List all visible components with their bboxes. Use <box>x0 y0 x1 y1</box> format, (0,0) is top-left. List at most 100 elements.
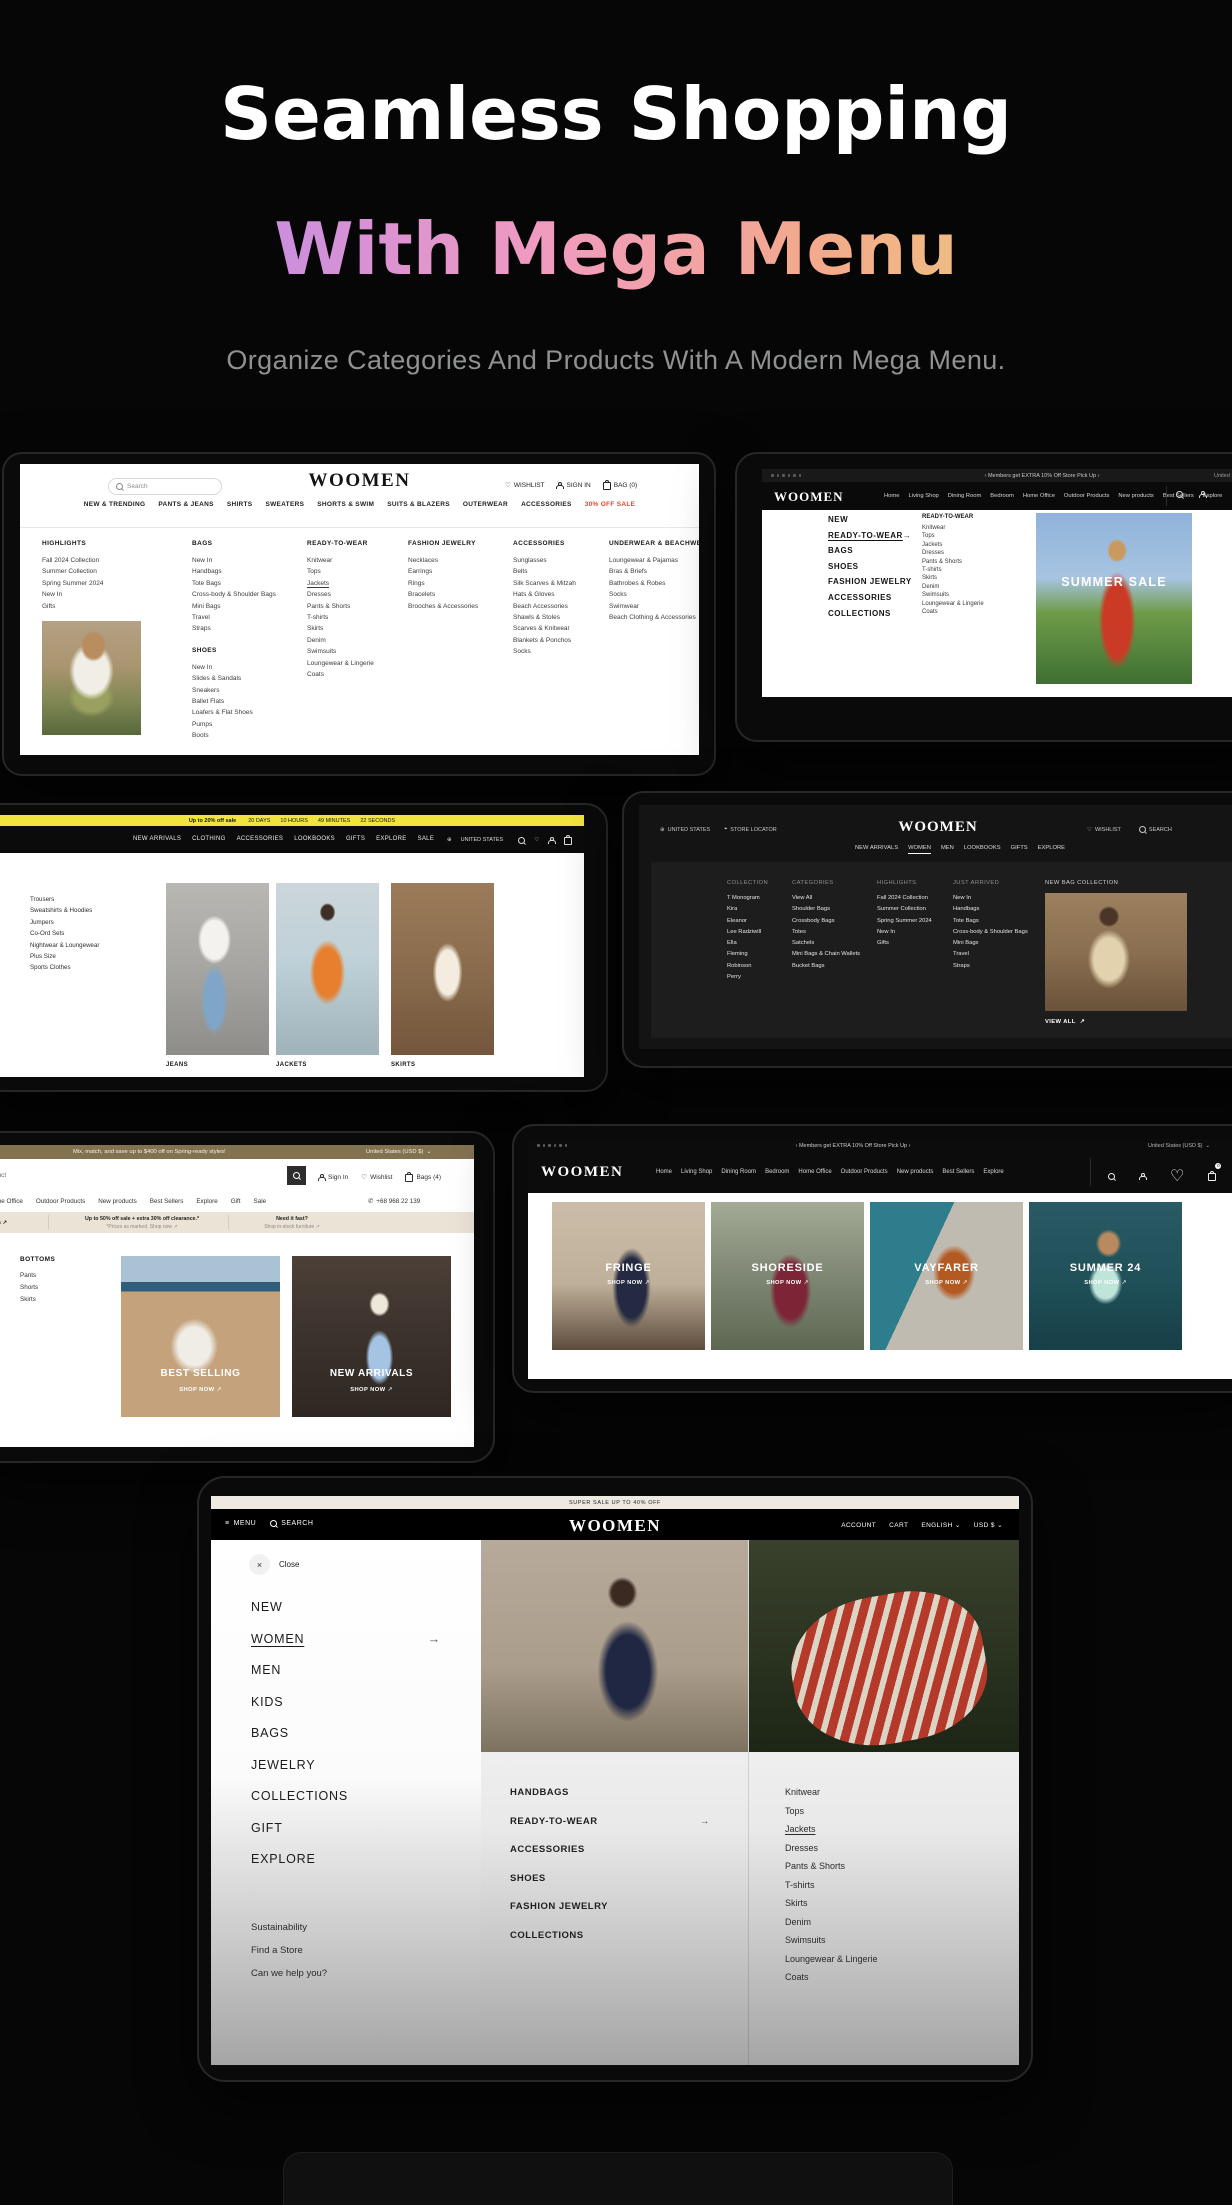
menu-link[interactable]: View All <box>792 893 860 904</box>
menu-link[interactable]: Pants & Shorts <box>307 601 405 612</box>
submenu-item[interactable]: FASHION JEWELRY <box>510 1901 710 1912</box>
footer-link[interactable]: Find a Store <box>251 1945 327 1956</box>
menu-link[interactable]: Dresses <box>922 549 984 557</box>
menu-link[interactable]: Silk Scarves & Mitzah <box>513 578 605 589</box>
submenu-item[interactable]: SHOES <box>510 1873 710 1884</box>
menu-link[interactable]: Summer Collection <box>877 904 932 915</box>
menu-link[interactable]: Bathrobes & Robes <box>609 578 699 589</box>
menu-link[interactable]: Jackets <box>922 541 984 549</box>
menu-link[interactable]: Robinson <box>727 961 768 972</box>
view-all-link[interactable]: VIEW ALL ↗ <box>1045 1019 1187 1025</box>
photo-card-vayfarer[interactable]: VAYFARER SHOP NOW ↗ <box>870 1202 1023 1350</box>
nav-item[interactable]: CLOTHING <box>192 836 225 842</box>
menu-link[interactable]: Brooches & Accessories <box>408 601 508 612</box>
menu-link[interactable]: Hats & Gloves <box>513 589 605 600</box>
menu-link[interactable]: Pants & Shorts <box>922 558 984 566</box>
menu-link[interactable]: Knitwear <box>307 555 405 566</box>
nav-item[interactable]: Living Shop <box>908 493 938 499</box>
menu-link[interactable]: Straps <box>192 623 304 634</box>
menu-link[interactable]: Skirts <box>20 1294 38 1306</box>
menu-link[interactable]: Handbags <box>953 904 1028 915</box>
locale-selector[interactable]: United States (USD $) <box>1214 473 1232 479</box>
chevron-right-icon[interactable]: › <box>909 1143 911 1149</box>
menu-link[interactable]: Tops <box>922 532 984 540</box>
category-link[interactable]: Tops <box>785 1806 878 1816</box>
photo-new-bag-collection[interactable] <box>1045 893 1187 1011</box>
menu-link[interactable]: Trousers <box>30 894 99 905</box>
menu-link[interactable]: Bucket Bags <box>792 961 860 972</box>
menu-root-item[interactable]: SHOES <box>828 562 910 571</box>
photo-card-best-selling[interactable]: BEST SELLING SHOP NOW ↗ <box>121 1256 280 1417</box>
menu-link[interactable]: Cross-body & Shoulder Bags <box>953 927 1028 938</box>
footer-link[interactable]: Sustainability <box>251 1922 327 1933</box>
nav-item[interactable]: Explore <box>983 1169 1003 1175</box>
category-link[interactable]: T-shirts <box>785 1880 878 1890</box>
search-icon[interactable] <box>1176 491 1183 498</box>
heart-icon[interactable]: ♡ <box>1170 1166 1184 1186</box>
nav-item[interactable]: GIFTS <box>1011 845 1028 851</box>
nav-item[interactable]: Explore <box>196 1198 217 1205</box>
menu-link[interactable]: Perry <box>727 972 768 983</box>
photo-card-skirts[interactable] <box>391 883 494 1055</box>
menu-link[interactable]: Scarves & Knitwear <box>513 623 605 634</box>
menu-link[interactable]: Pumps <box>192 719 304 730</box>
menu-link[interactable]: Blankets & Ponchos <box>513 635 605 646</box>
nav-item[interactable]: SHORTS & SWIM <box>317 501 374 508</box>
menu-link[interactable]: Eleanor <box>727 916 768 927</box>
banner-left[interactable]: New Arrivals ↗ <box>0 1212 20 1233</box>
menu-link[interactable]: Tops <box>307 566 405 577</box>
menu-link[interactable]: Rings <box>408 578 508 589</box>
menu-link[interactable]: Gifts <box>877 938 932 949</box>
category-link[interactable]: Loungewear & Lingerie <box>785 1954 878 1964</box>
nav-item[interactable]: MEN <box>941 845 954 851</box>
menu-link[interactable]: Swimsuits <box>922 591 984 599</box>
menu-root-item[interactable]: ACCESSORIES <box>828 593 910 602</box>
menu-link[interactable]: Slides & Sandals <box>192 673 304 684</box>
menu-link[interactable]: New In <box>42 589 182 600</box>
menu-link[interactable]: Lee Radziwill <box>727 927 768 938</box>
phone-link[interactable]: ✆ +68 968 22 139 <box>368 1198 420 1205</box>
nav-item[interactable]: Gift <box>231 1198 241 1205</box>
drawer-item[interactable]: JEWELRY <box>251 1758 441 1772</box>
menu-link[interactable]: Boots <box>192 730 304 741</box>
sign-in-button[interactable]: SIGN IN <box>556 481 591 489</box>
nav-item[interactable]: Home <box>656 1169 672 1175</box>
banner-right[interactable]: Need it fast? Shop in-stock furniture ↗ <box>236 1212 348 1233</box>
menu-link[interactable]: Loungewear & Lingerie <box>922 600 984 608</box>
nav-item[interactable]: GIFTS <box>346 836 365 842</box>
menu-link[interactable]: T-shirts <box>922 566 984 574</box>
nav-item[interactable]: SHIRTS <box>227 501 253 508</box>
photo-card-jackets[interactable] <box>276 883 379 1055</box>
cart-link[interactable]: CART <box>889 1522 908 1529</box>
menu-link[interactable]: Shorts <box>20 1282 38 1294</box>
menu-link[interactable]: Sweatshirts & Hoodies <box>30 905 99 916</box>
menu-link[interactable]: Plus Size <box>30 951 99 962</box>
menu-link[interactable]: Totes <box>792 927 860 938</box>
menu-link[interactable]: New In <box>192 555 304 566</box>
drawer-item[interactable]: GIFT <box>251 1821 441 1835</box>
menu-link[interactable]: Skirts <box>922 574 984 582</box>
locale-selector[interactable]: United States (USD $) ⌄ <box>366 1149 431 1155</box>
nav-item[interactable]: SUITS & BLAZERS <box>387 501 450 508</box>
nav-item[interactable]: Dining Room <box>721 1169 756 1175</box>
photo-card-fringe[interactable]: FRINGE SHOP NOW ↗ <box>552 1202 705 1350</box>
menu-link[interactable]: Denim <box>922 583 984 591</box>
menu-link[interactable]: Necklaces <box>408 555 508 566</box>
menu-link[interactable]: Shoulder Bags <box>792 904 860 915</box>
menu-link[interactable]: Ella <box>727 938 768 949</box>
menu-link[interactable]: New In <box>877 927 932 938</box>
nav-item[interactable]: LOOKBOOKS <box>294 836 335 842</box>
chevron-left-icon[interactable]: ‹ <box>985 473 987 479</box>
submenu-item[interactable]: HANDBAGS <box>510 1787 710 1798</box>
menu-link[interactable]: Socks <box>609 589 699 600</box>
nav-item[interactable]: SWEATERS <box>265 501 304 508</box>
menu-link[interactable]: Swimwear <box>609 601 699 612</box>
photo-card-new-arrivals[interactable]: NEW ARRIVALS SHOP NOW ↗ <box>292 1256 451 1417</box>
menu-link[interactable]: Coats <box>922 608 984 616</box>
photo-highlights[interactable] <box>42 621 141 736</box>
menu-link[interactable]: Sports Clothes <box>30 962 99 973</box>
nav-item[interactable]: Outdoor Products <box>36 1198 85 1205</box>
submenu-item[interactable]: COLLECTIONS <box>510 1930 710 1941</box>
nav-item[interactable]: Home Office <box>1023 493 1055 499</box>
menu-link[interactable]: T Monogram <box>727 893 768 904</box>
